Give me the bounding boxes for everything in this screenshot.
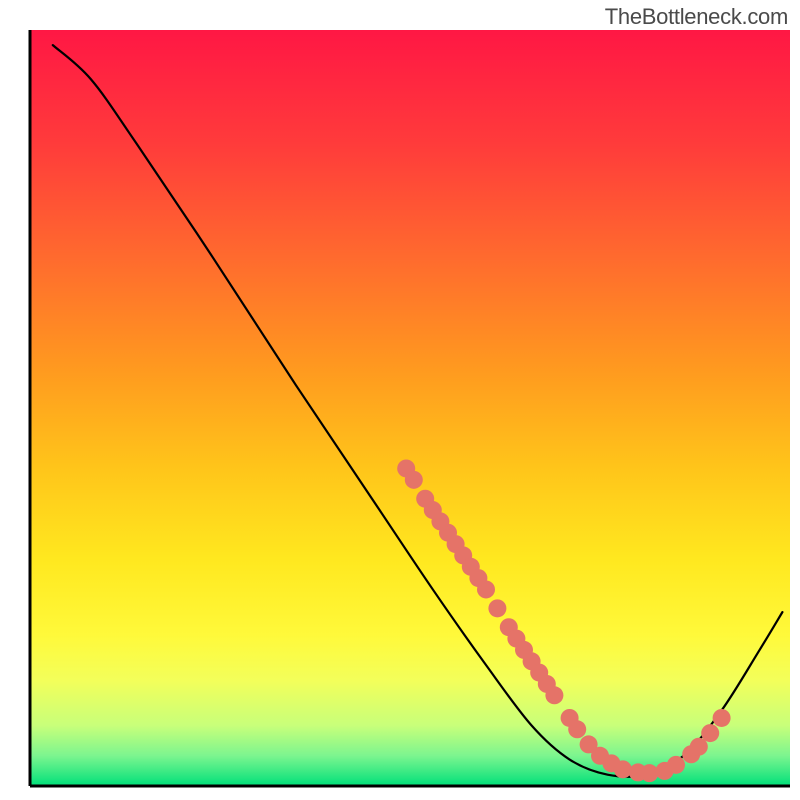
scatter-point xyxy=(701,724,719,742)
scatter-point xyxy=(405,471,423,489)
bottleneck-chart xyxy=(0,0,800,800)
scatter-point xyxy=(713,709,731,727)
scatter-point xyxy=(545,686,563,704)
scatter-point xyxy=(477,580,495,598)
scatter-point xyxy=(640,764,658,782)
watermark-label: TheBottleneck.com xyxy=(605,4,788,30)
scatter-point xyxy=(667,756,685,774)
scatter-point xyxy=(488,599,506,617)
scatter-point xyxy=(614,760,632,778)
chart-background xyxy=(30,30,790,786)
scatter-point xyxy=(568,720,586,738)
